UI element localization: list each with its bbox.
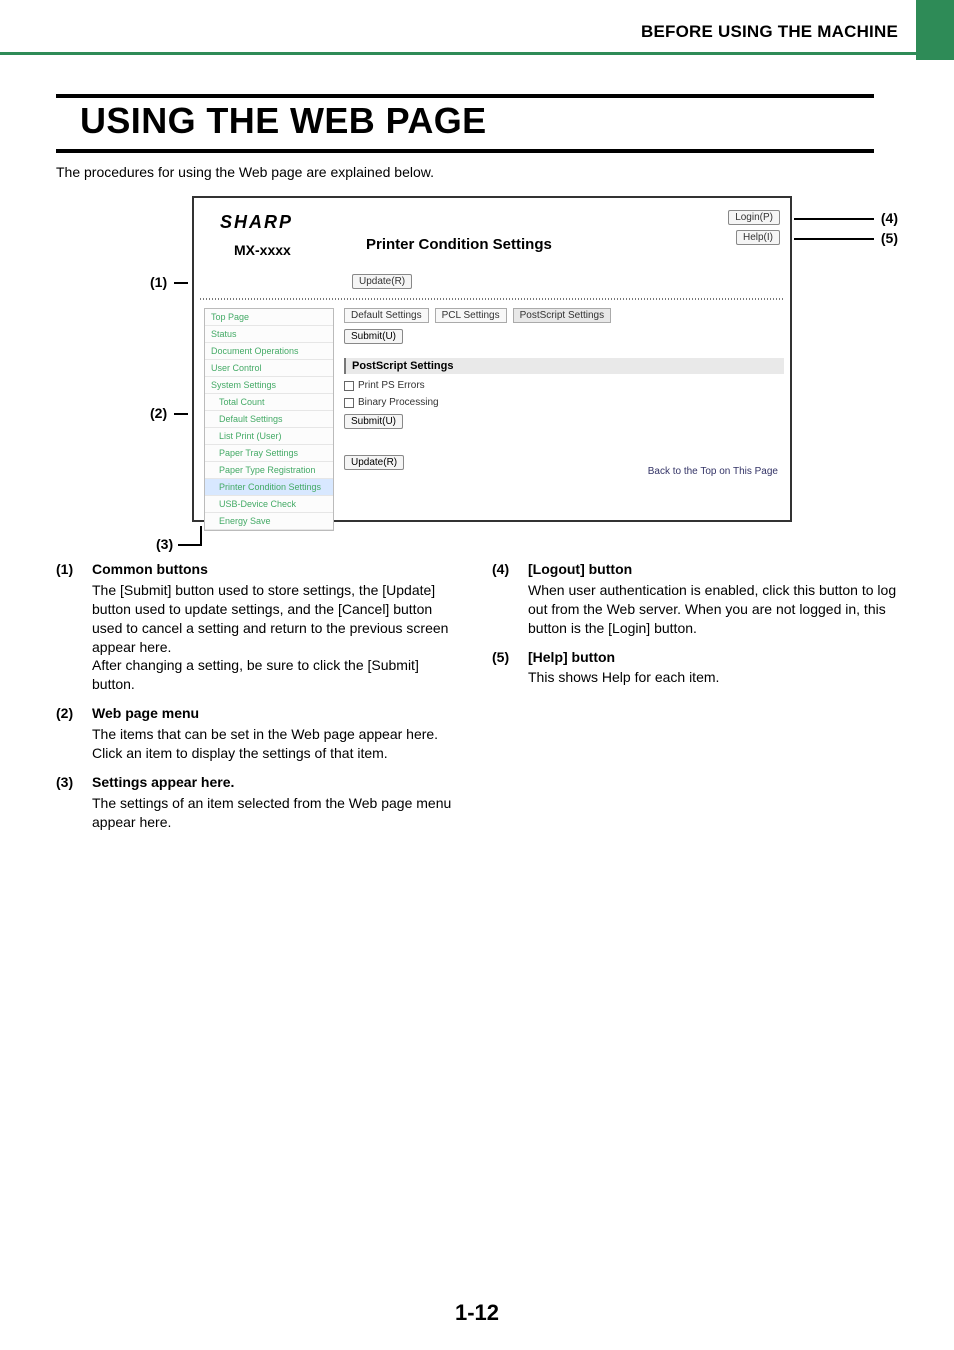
title-rule-top	[56, 94, 874, 98]
ann-body-4: When user authentication is enabled, cli…	[528, 581, 898, 638]
ann-title-2: Web page menu	[92, 704, 462, 723]
figure-page-title: Printer Condition Settings	[366, 236, 552, 253]
nav-default-settings[interactable]: Default Settings	[205, 411, 333, 428]
nav-user-control[interactable]: User Control	[205, 360, 333, 377]
leader-5	[794, 238, 874, 240]
leader-3v	[200, 526, 202, 544]
ann-body-3: The settings of an item selected from th…	[92, 794, 462, 832]
nav-status[interactable]: Status	[205, 326, 333, 343]
opt-binary-processing[interactable]: Binary Processing	[344, 397, 784, 408]
callout-5: (5)	[881, 230, 898, 246]
submit-button-top[interactable]: Submit(U)	[344, 329, 403, 344]
help-button[interactable]: Help(I)	[736, 230, 780, 245]
ann-body-1: The [Submit] button used to store settin…	[92, 581, 462, 694]
page-number: 1-12	[0, 1300, 954, 1326]
leader-4	[794, 218, 874, 220]
nav-energy-save[interactable]: Energy Save	[205, 513, 333, 530]
leader-2	[174, 413, 188, 415]
header-divider	[200, 298, 784, 300]
ann-num-5: (5)	[492, 648, 528, 688]
intro-text: The procedures for using the Web page ar…	[56, 164, 434, 180]
update-button-bottom[interactable]: Update(R)	[344, 455, 404, 470]
login-button[interactable]: Login(P)	[728, 210, 780, 225]
ann-num-4: (4)	[492, 560, 528, 638]
nav-usb-device[interactable]: USB-Device Check	[205, 496, 333, 513]
back-to-top-link[interactable]: Back to the Top on This Page	[648, 466, 778, 477]
settings-content: Default Settings PCL Settings PostScript…	[344, 308, 784, 470]
ann-body-2: The items that can be set in the Web pag…	[92, 725, 462, 763]
brand-logo: SHARP	[220, 212, 293, 233]
nav-system-settings[interactable]: System Settings	[205, 377, 333, 394]
tab-pcl[interactable]: PCL Settings	[435, 308, 507, 323]
opt-label: Binary Processing	[358, 397, 439, 408]
checkbox-icon[interactable]	[344, 398, 354, 408]
callout-2: (2)	[150, 405, 167, 421]
nav-paper-type[interactable]: Paper Type Registration	[205, 462, 333, 479]
opt-print-ps-errors[interactable]: Print PS Errors	[344, 380, 784, 391]
running-header: BEFORE USING THE MACHINE	[641, 22, 898, 42]
callout-3: (3)	[156, 536, 173, 552]
ann-title-4: [Logout] button	[528, 560, 898, 579]
ann-num-3: (3)	[56, 773, 92, 832]
submit-button-bottom[interactable]: Submit(U)	[344, 414, 403, 429]
leader-1	[174, 282, 188, 284]
title-rule-bottom	[56, 149, 874, 153]
model-name: MX-xxxx	[234, 242, 291, 258]
annotations: (1) Common buttons The [Submit] button u…	[56, 560, 898, 842]
nav-menu: Top Page Status Document Operations User…	[204, 308, 334, 531]
ann-num-1: (1)	[56, 560, 92, 694]
ann-title-1: Common buttons	[92, 560, 462, 579]
nav-list-print[interactable]: List Print (User)	[205, 428, 333, 445]
update-button[interactable]: Update(R)	[352, 274, 412, 289]
nav-total-count[interactable]: Total Count	[205, 394, 333, 411]
nav-printer-condition[interactable]: Printer Condition Settings	[205, 479, 333, 496]
tab-postscript[interactable]: PostScript Settings	[513, 308, 611, 323]
leader-3h	[178, 544, 202, 546]
chapter-tab	[916, 0, 954, 60]
ann-title-3: Settings appear here.	[92, 773, 462, 792]
checkbox-icon[interactable]	[344, 381, 354, 391]
nav-paper-tray[interactable]: Paper Tray Settings	[205, 445, 333, 462]
tab-default[interactable]: Default Settings	[344, 308, 429, 323]
ann-num-2: (2)	[56, 704, 92, 763]
callout-1: (1)	[150, 274, 167, 290]
postscript-settings-header: PostScript Settings	[344, 358, 784, 374]
ann-body-5: This shows Help for each item.	[528, 668, 898, 687]
figure-web-page: SHARP MX-xxxx Printer Condition Settings…	[192, 196, 792, 522]
header-rule	[0, 52, 916, 55]
opt-label: Print PS Errors	[358, 380, 425, 391]
page-title: USING THE WEB PAGE	[80, 100, 487, 142]
ann-title-5: [Help] button	[528, 648, 898, 667]
nav-top-page[interactable]: Top Page	[205, 309, 333, 326]
nav-doc-ops[interactable]: Document Operations	[205, 343, 333, 360]
callout-4: (4)	[881, 210, 898, 226]
